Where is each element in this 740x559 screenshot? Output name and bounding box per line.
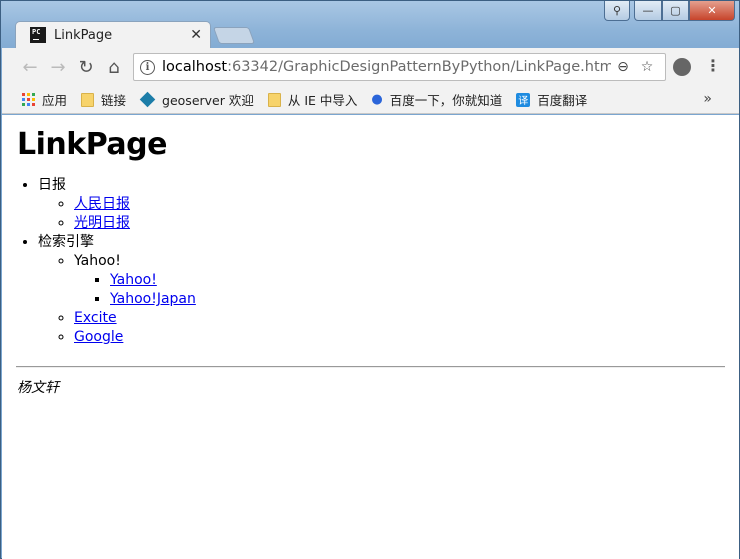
list-item: Google [74,328,739,347]
pycharm-favicon-icon: PC [30,27,46,43]
url-path: :63342/GraphicDesignPatternByPython/Link… [227,59,611,75]
subcategory-label: Yahoo! [74,253,121,269]
browser-window: PC LinkPage ✕ ⚲ — ▢ ✕ ← → ↻ ⌂ i localhos… [0,0,740,559]
apps-dot [32,93,35,96]
maximize-button[interactable]: ▢ [662,1,689,21]
bookmark-label: 百度翻译 [537,93,588,108]
apps-dot [22,98,25,101]
translate-icon: 译 [516,92,531,107]
page-title: LinkPage [17,127,167,162]
apps-grid-icon [22,93,35,106]
more-bookmarks-icon[interactable]: » [703,91,712,107]
category-label: 日报 [38,177,66,193]
geoserver-icon [139,91,156,108]
apps-dot [27,93,30,96]
horizontal-rule [16,366,725,368]
list-item: Excite [74,309,739,328]
menu-icon[interactable]: ⋮ [705,56,721,75]
link-renmin-daily[interactable]: 人民日报 [74,196,130,212]
list-item: Yahoo!Japan [110,290,739,309]
author-name: 杨文轩 [17,380,59,396]
list-item: Yahoo! [110,271,739,290]
minimize-button[interactable]: — [634,1,662,21]
reload-button[interactable]: ↻ [72,53,100,81]
tab-linkpage[interactable]: PC LinkPage ✕ [15,21,211,48]
baidu-paw-icon: ● [371,92,383,107]
category-list: 日报 人民日报 光明日报 检索引擎 Yahoo! Yahoo! Yahoo!Ja… [2,176,739,347]
back-button[interactable]: ← [16,53,44,81]
browser-toolbar: ← → ↻ ⌂ i localhost:63342/GraphicDesignP… [2,48,739,86]
bookmark-baidu[interactable]: ● 百度一下，你就知道 [371,90,502,109]
list-item: 光明日报 [74,214,739,233]
bookmark-star-icon[interactable]: ☆ [635,59,659,75]
address-bar[interactable]: i localhost:63342/GraphicDesignPatternBy… [133,53,666,81]
folder-icon [267,92,281,107]
apps-dot [27,98,30,101]
link-google[interactable]: Google [74,329,123,345]
apps-dot [32,103,35,106]
apps-dot [27,103,30,106]
site-info-icon[interactable]: i [140,59,155,75]
bookmark-ie-import[interactable]: 从 IE 中导入 [267,90,358,109]
apps-dot [32,98,35,101]
forward-button[interactable]: → [44,53,72,81]
page-content: LinkPage 日报 人民日报 光明日报 检索引擎 Yahoo! Yahoo!… [2,115,739,559]
link-excite[interactable]: Excite [74,310,117,326]
link-yahoo-japan[interactable]: Yahoo!Japan [110,291,196,307]
category-label: 检索引擎 [38,234,94,250]
bookmarks-bar: 应用 链接 geoserver 欢迎 从 IE 中导入 ● 百度一下，你就知道 … [2,86,739,114]
home-button[interactable]: ⌂ [100,53,128,81]
apps-dot [22,103,25,106]
tab-strip: PC LinkPage ✕ ⚲ — ▢ ✕ [1,1,739,48]
bookmark-apps[interactable]: 应用 [22,90,67,109]
bookmark-label: 从 IE 中导入 [287,93,358,108]
list-item: 日报 人民日报 光明日报 [38,176,739,233]
list-item: 检索引擎 Yahoo! Yahoo! Yahoo!Japan Excite Go… [38,233,739,347]
bookmark-label: 百度一下，你就知道 [389,93,503,108]
close-tab-icon[interactable]: ✕ [190,27,202,43]
close-window-button[interactable]: ✕ [689,1,735,21]
url-host: localhost [162,59,228,75]
list-item: Yahoo! Yahoo! Yahoo!Japan [74,252,739,309]
link-guangming-daily[interactable]: 光明日报 [74,215,130,231]
tab-title: LinkPage [54,27,113,43]
url-text[interactable]: localhost:63342/GraphicDesignPatternByPy… [162,59,611,75]
zoom-icon[interactable]: ⊖ [611,59,635,75]
link-yahoo[interactable]: Yahoo! [110,272,157,288]
extension-icon[interactable] [673,58,691,76]
bookmark-links[interactable]: 链接 [81,90,126,109]
new-tab-button[interactable] [212,27,256,44]
list-item: 人民日报 [74,195,739,214]
bookmark-baidu-translate[interactable]: 译 百度翻译 [516,90,587,109]
bookmark-label: geoserver 欢迎 [162,93,254,108]
bookmark-label: 应用 [42,93,68,108]
bookmark-geoserver[interactable]: geoserver 欢迎 [139,90,254,109]
user-icon[interactable]: ⚲ [604,1,630,21]
window-controls: ⚲ — ▢ ✕ [604,1,735,21]
apps-dot [22,93,25,96]
folder-icon [81,92,95,107]
bookmark-label: 链接 [101,93,127,108]
